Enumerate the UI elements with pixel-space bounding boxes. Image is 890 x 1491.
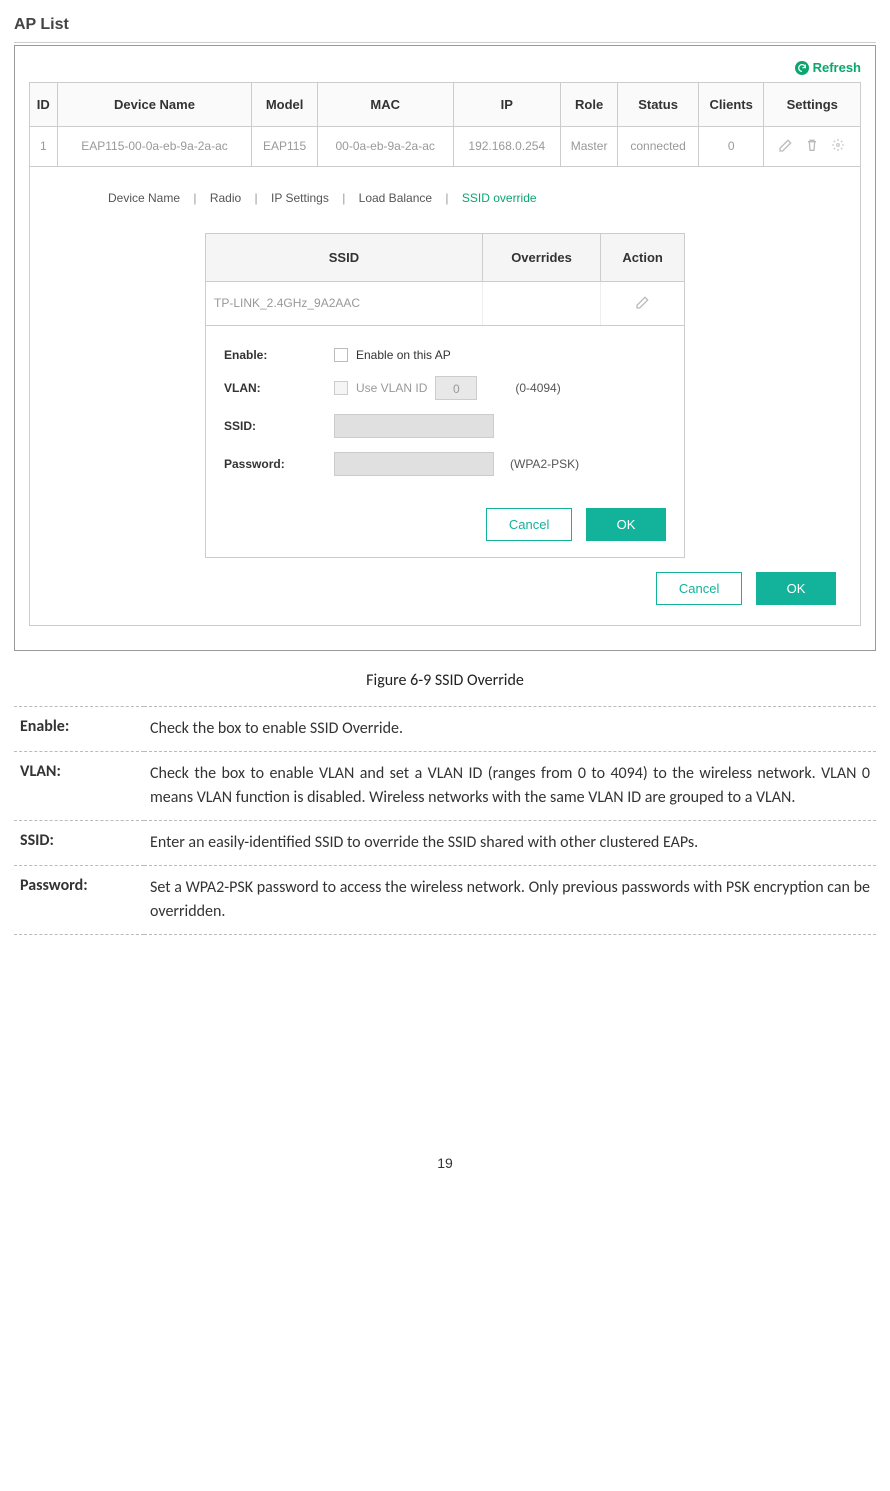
cell-ssid: TP-LINK_2.4GHz_9A2AAC [206,281,482,325]
separator: | [439,191,454,205]
cell-model: EAP115 [252,126,317,166]
ap-list-title: AP List [14,10,876,43]
page-number: 19 [14,1155,876,1171]
subtab-radio[interactable]: Radio [206,191,245,205]
col-settings: Settings [764,82,861,126]
col-device-name: Device Name [57,82,252,126]
enable-checkbox-label: Enable on this AP [356,348,451,362]
col-clients: Clients [698,82,764,126]
trash-icon[interactable] [804,137,820,156]
col-ip: IP [453,82,560,126]
table-row[interactable]: 1 EAP115-00-0a-eb-9a-2a-ac EAP115 00-0a-… [30,126,861,166]
desc-label-ssid: SSID: [14,820,144,865]
cell-role: Master [561,126,618,166]
col-ssid: SSID [206,234,482,282]
ssid-table: SSID Overrides Action TP-LINK_2.4GHz_9A2… [206,234,684,326]
separator: | [249,191,264,205]
cell-id: 1 [30,126,58,166]
ok-button[interactable]: OK [586,508,666,541]
col-mac: MAC [317,82,453,126]
figure-caption: Figure 6-9 SSID Override [14,671,876,690]
desc-row: VLAN: Check the box to enable VLAN and s… [14,751,876,820]
cell-clients: 0 [698,126,764,166]
ssid-input[interactable] [334,414,494,438]
cell-overrides [482,281,600,325]
edit-icon[interactable] [778,137,794,156]
description-table: Enable: Check the box to enable SSID Ove… [14,706,876,935]
form-area: Enable: Enable on this AP VLAN: Use VLAN… [206,326,684,500]
separator: | [336,191,351,205]
subtab-ssid-override[interactable]: SSID override [458,191,541,205]
edit-icon[interactable] [635,299,651,313]
desc-text-vlan: Check the box to enable VLAN and set a V… [144,751,876,820]
ssid-override-box: SSID Overrides Action TP-LINK_2.4GHz_9A2… [205,233,685,558]
desc-label-password: Password: [14,865,144,934]
col-id: ID [30,82,58,126]
cell-device-name: EAP115-00-0a-eb-9a-2a-ac [57,126,252,166]
desc-label-vlan: VLAN: [14,751,144,820]
cell-ip: 192.168.0.254 [453,126,560,166]
col-role: Role [561,82,618,126]
enable-label: Enable: [224,348,334,362]
col-overrides: Overrides [482,234,600,282]
ssid-row: TP-LINK_2.4GHz_9A2AAC [206,281,684,325]
vlan-label: VLAN: [224,381,334,395]
col-action: Action [601,234,684,282]
desc-row: Enable: Check the box to enable SSID Ove… [14,706,876,751]
subtab-device-name[interactable]: Device Name [104,191,184,205]
cancel-button[interactable]: Cancel [486,508,572,541]
refresh-icon [795,61,809,75]
vlan-checkbox-label: Use VLAN ID [356,381,427,395]
desc-text-ssid: Enter an easily-identified SSID to overr… [144,820,876,865]
refresh-button[interactable]: Refresh [795,60,861,75]
vlan-id-input[interactable]: 0 [435,376,477,400]
subtab-load-balance[interactable]: Load Balance [355,191,436,205]
vlan-range-hint: (0-4094) [515,381,560,395]
ap-list-panel: Refresh ID Device Name Model MAC IP Role… [14,45,876,651]
led-icon[interactable] [830,137,846,156]
col-status: Status [618,82,699,126]
password-label: Password: [224,457,334,471]
desc-row: Password: Set a WPA2-PSK password to acc… [14,865,876,934]
desc-text-enable: Check the box to enable SSID Override. [144,706,876,751]
ssid-label: SSID: [224,419,334,433]
vlan-checkbox[interactable] [334,381,348,395]
cell-settings [764,126,861,166]
cell-status: connected [618,126,699,166]
desc-label-enable: Enable: [14,706,144,751]
desc-row: SSID: Enter an easily-identified SSID to… [14,820,876,865]
expand-panel: Device Name | Radio | IP Settings | Load… [29,167,861,626]
cancel-button-outer[interactable]: Cancel [656,572,742,605]
cell-action [601,281,684,325]
subtabs: Device Name | Radio | IP Settings | Load… [104,191,836,205]
enable-checkbox[interactable] [334,348,348,362]
col-model: Model [252,82,317,126]
separator: | [187,191,202,205]
desc-text-password: Set a WPA2-PSK password to access the wi… [144,865,876,934]
password-input[interactable] [334,452,494,476]
ok-button-outer[interactable]: OK [756,572,836,605]
refresh-label: Refresh [813,60,861,75]
password-hint: (WPA2-PSK) [510,457,579,471]
subtab-ip-settings[interactable]: IP Settings [267,191,333,205]
ap-table: ID Device Name Model MAC IP Role Status … [29,82,861,167]
cell-mac: 00-0a-eb-9a-2a-ac [317,126,453,166]
